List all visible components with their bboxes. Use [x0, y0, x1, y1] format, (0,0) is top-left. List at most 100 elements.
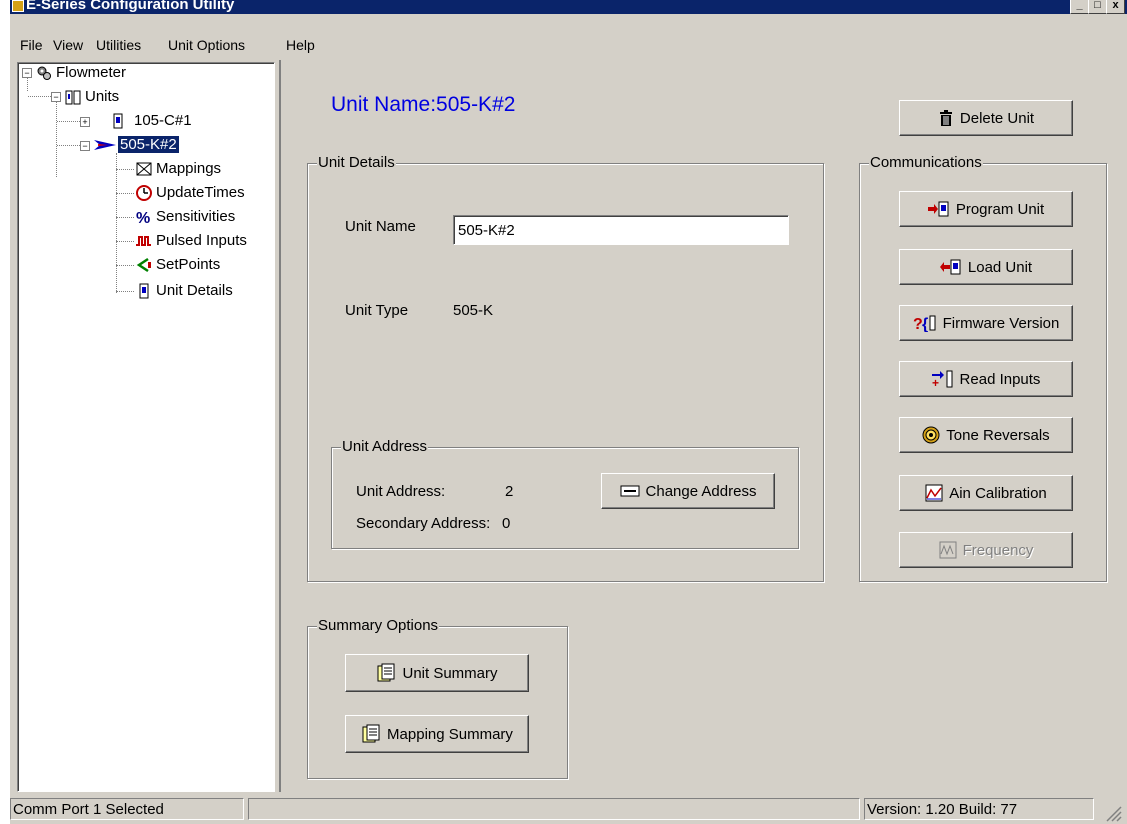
tree-line: [57, 121, 80, 122]
frequency-icon: [939, 541, 957, 559]
units-icon: [65, 90, 81, 105]
menu-view[interactable]: View: [53, 37, 83, 53]
tree-node-unit1[interactable]: 105-C#1: [134, 112, 192, 129]
menu-bar: File View Utilities Unit Options Help: [10, 34, 1127, 56]
mapping-summary-label: Mapping Summary: [387, 725, 513, 743]
tree-node-pulsed-inputs[interactable]: Pulsed Inputs: [156, 232, 247, 249]
status-version: Version: 1.20 Build: 77: [864, 798, 1094, 820]
firmware-version-button[interactable]: ? { Firmware Version: [899, 305, 1073, 341]
load-unit-button[interactable]: Load Unit: [899, 249, 1073, 285]
menu-utilities[interactable]: Utilities: [96, 37, 141, 53]
status-middle: [248, 798, 860, 820]
change-address-label: Change Address: [645, 482, 757, 500]
tone-reversals-label: Tone Reversals: [946, 426, 1050, 444]
unit-icon: [113, 113, 123, 129]
unit-name-input[interactable]: [453, 215, 789, 245]
selected-arrow-icon: [94, 140, 116, 150]
percent-icon: %: [136, 210, 150, 225]
minimize-button[interactable]: _: [1070, 0, 1089, 14]
clock-icon: [136, 185, 152, 201]
tree-node-sensitivities[interactable]: Sensitivities: [156, 208, 235, 225]
read-inputs-button[interactable]: + Read Inputs: [899, 361, 1073, 397]
tree-line: [116, 169, 134, 170]
change-address-button[interactable]: Change Address: [601, 473, 775, 509]
secondary-address-label: Secondary Address:: [356, 515, 491, 532]
delete-unit-button[interactable]: Delete Unit: [899, 100, 1073, 136]
tree-node-setpoints[interactable]: SetPoints: [156, 256, 220, 273]
menu-file[interactable]: File: [20, 37, 43, 53]
setpoints-icon: [136, 257, 151, 273]
app-icon: [12, 0, 24, 12]
tone-reversals-button[interactable]: Tone Reversals: [899, 417, 1073, 453]
tree-node-unit-details[interactable]: Unit Details: [156, 282, 233, 299]
tree-line: [27, 78, 28, 91]
summary-options-group: [307, 626, 568, 779]
svg-text:{: {: [922, 316, 928, 332]
ain-calibration-label: Ain Calibration: [949, 484, 1047, 502]
frequency-button[interactable]: Frequency: [899, 532, 1073, 568]
firmware-version-label: Firmware Version: [942, 314, 1060, 332]
collapse-toggle-root[interactable]: −: [22, 68, 32, 78]
address-card-icon: [620, 485, 640, 497]
tree-line: [116, 291, 134, 292]
main-panel: Unit Name:505-K#2 Delete Unit Unit Detai…: [279, 60, 1127, 792]
tree-node-mappings[interactable]: Mappings: [156, 160, 221, 177]
ain-calibration-icon: [925, 484, 943, 502]
unit-type-label: Unit Type: [345, 302, 409, 319]
pulse-icon: [136, 236, 151, 246]
status-bar: Comm Port 1 Selected Version: 1.20 Build…: [10, 796, 1127, 824]
tree-node-updatetimes[interactable]: UpdateTimes: [156, 184, 245, 201]
tree-view[interactable]: − Flowmeter − Units + 105-C#1 − 505-K#2 …: [17, 62, 275, 792]
program-unit-label: Program Unit: [955, 200, 1045, 218]
collapse-toggle-units[interactable]: −: [51, 92, 61, 102]
unit-type-value: 505-K: [453, 302, 494, 319]
tone-reversals-icon: [922, 426, 940, 444]
unit-name-heading: Unit Name:505-K#2: [331, 93, 516, 116]
program-unit-button[interactable]: Program Unit: [899, 191, 1073, 227]
tree-line: [56, 102, 57, 177]
expand-toggle-unit1[interactable]: +: [80, 117, 90, 127]
trash-icon: [939, 110, 952, 126]
collapse-toggle-unit2[interactable]: −: [80, 141, 90, 151]
tree-node-flowmeter[interactable]: Flowmeter: [56, 64, 126, 81]
maximize-button[interactable]: □: [1088, 0, 1107, 14]
tree-line: [28, 96, 51, 97]
close-button[interactable]: x: [1106, 0, 1125, 14]
mapping-summary-icon: [362, 724, 380, 743]
unit-summary-button[interactable]: Unit Summary: [345, 654, 529, 692]
tree-line: [116, 153, 117, 293]
secondary-address-value: 0: [502, 515, 511, 532]
delete-unit-label: Delete Unit: [959, 109, 1035, 127]
unit-summary-icon: [377, 663, 395, 682]
load-unit-label: Load Unit: [967, 258, 1033, 276]
status-comm-port: Comm Port 1 Selected: [10, 798, 244, 820]
svg-text:%: %: [136, 210, 150, 225]
title-bar[interactable]: E-Series Configuration Utility _ □ x: [10, 0, 1127, 14]
unit-address-group-title: Unit Address: [341, 438, 429, 455]
communications-group-title: Communications: [869, 154, 983, 171]
mapping-summary-button[interactable]: Mapping Summary: [345, 715, 529, 753]
unit-address-value: 2: [505, 483, 514, 500]
load-unit-icon: [939, 259, 961, 275]
tree-line: [57, 145, 80, 146]
flowmeter-icon: [37, 66, 51, 80]
menu-help[interactable]: Help: [286, 37, 315, 53]
unit-details-group-title: Unit Details: [317, 154, 396, 171]
svg-text:+: +: [932, 376, 939, 388]
tree-node-units[interactable]: Units: [85, 88, 119, 105]
frequency-label: Frequency: [962, 541, 1034, 559]
tree-line: [116, 241, 134, 242]
program-unit-icon: [927, 201, 949, 217]
tree-node-unit2[interactable]: 505-K#2: [118, 136, 179, 153]
unit-details-icon: [139, 283, 149, 299]
resize-grip-icon[interactable]: [1104, 804, 1122, 822]
unit-address-label: Unit Address:: [356, 483, 446, 500]
menu-unit-options[interactable]: Unit Options: [168, 37, 245, 53]
tree-line: [116, 217, 134, 218]
ain-calibration-button[interactable]: Ain Calibration: [899, 475, 1073, 511]
window-title: E-Series Configuration Utility: [26, 0, 235, 13]
tree-line: [116, 265, 134, 266]
mappings-icon: [136, 162, 152, 176]
firmware-version-icon: ? {: [913, 315, 936, 332]
unit-name-label: Unit Name: [345, 218, 416, 235]
